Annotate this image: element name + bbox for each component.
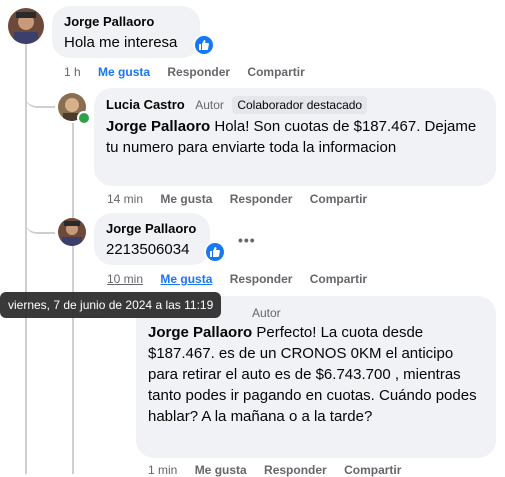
top-contributor-badge: Colaborador destacado [232,96,368,114]
comment-actions: 1 min Me gusta Responder Compartir [148,463,415,477]
mention-link[interactable]: Jorge Pallaoro [148,324,252,341]
comment-time[interactable]: 1 min [148,463,177,477]
comment-text: Jorge Pallaoro Perfecto! La cuota desde … [148,322,484,427]
reply-button[interactable]: Responder [230,192,293,206]
mention-link[interactable]: Jorge Pallaoro [106,118,210,135]
like-reaction-icon[interactable] [204,241,226,263]
comment-text: Jorge Pallaoro Hola! Son cuotas de $187.… [106,116,484,158]
reply-button[interactable]: Responder [264,463,327,477]
avatar[interactable] [8,8,44,44]
avatar[interactable] [58,218,86,246]
comment-actions: 10 min Me gusta Responder Compartir [107,272,381,286]
timestamp-tooltip: viernes, 7 de junio de 2024 a las 11:19 [0,292,222,318]
like-reaction-icon[interactable] [193,34,215,56]
comment-actions: 1 h Me gusta Responder Compartir [64,65,319,79]
thread-connector [25,208,55,234]
comment-bubble: Jorge Pallaoro 2213506034 [94,213,210,265]
comment-text: 2213506034 [106,241,190,258]
share-button[interactable]: Compartir [247,65,304,79]
comment-author[interactable]: Jorge Pallaoro [106,221,198,236]
comment-author[interactable]: Jorge Pallaoro [64,14,188,29]
like-button[interactable]: Me gusta [195,463,247,477]
share-button[interactable]: Compartir [310,272,367,286]
like-button[interactable]: Me gusta [98,65,150,79]
comment-author[interactable]: Lucia Castro [106,97,185,112]
like-button[interactable]: Me gusta [160,272,212,286]
reply-button[interactable]: Responder [167,65,230,79]
comment-bubble: Jorge Pallaoro Hola me interesa [52,6,200,58]
thread-connector [25,82,55,108]
comment-text: Hola me interesa [64,34,178,51]
share-button[interactable]: Compartir [310,192,367,206]
more-options-icon[interactable]: ••• [238,232,256,248]
comment-time[interactable]: 1 h [64,65,81,79]
thread-line [25,44,27,474]
comment-bubble: Lucia Castro Autor Colaborador destacado… [94,88,496,186]
author-tag: Autor [252,306,281,320]
reply-button[interactable]: Responder [230,272,293,286]
comment-time[interactable]: 10 min [107,272,143,286]
comment-bubble: Autor Jorge Pallaoro Perfecto! La cuota … [136,296,496,458]
online-status-icon [77,111,91,125]
like-button[interactable]: Me gusta [160,192,212,206]
comment-actions: 14 min Me gusta Responder Compartir [107,192,381,206]
author-tag: Autor [195,98,224,112]
comment-time[interactable]: 14 min [107,192,143,206]
share-button[interactable]: Compartir [344,463,401,477]
